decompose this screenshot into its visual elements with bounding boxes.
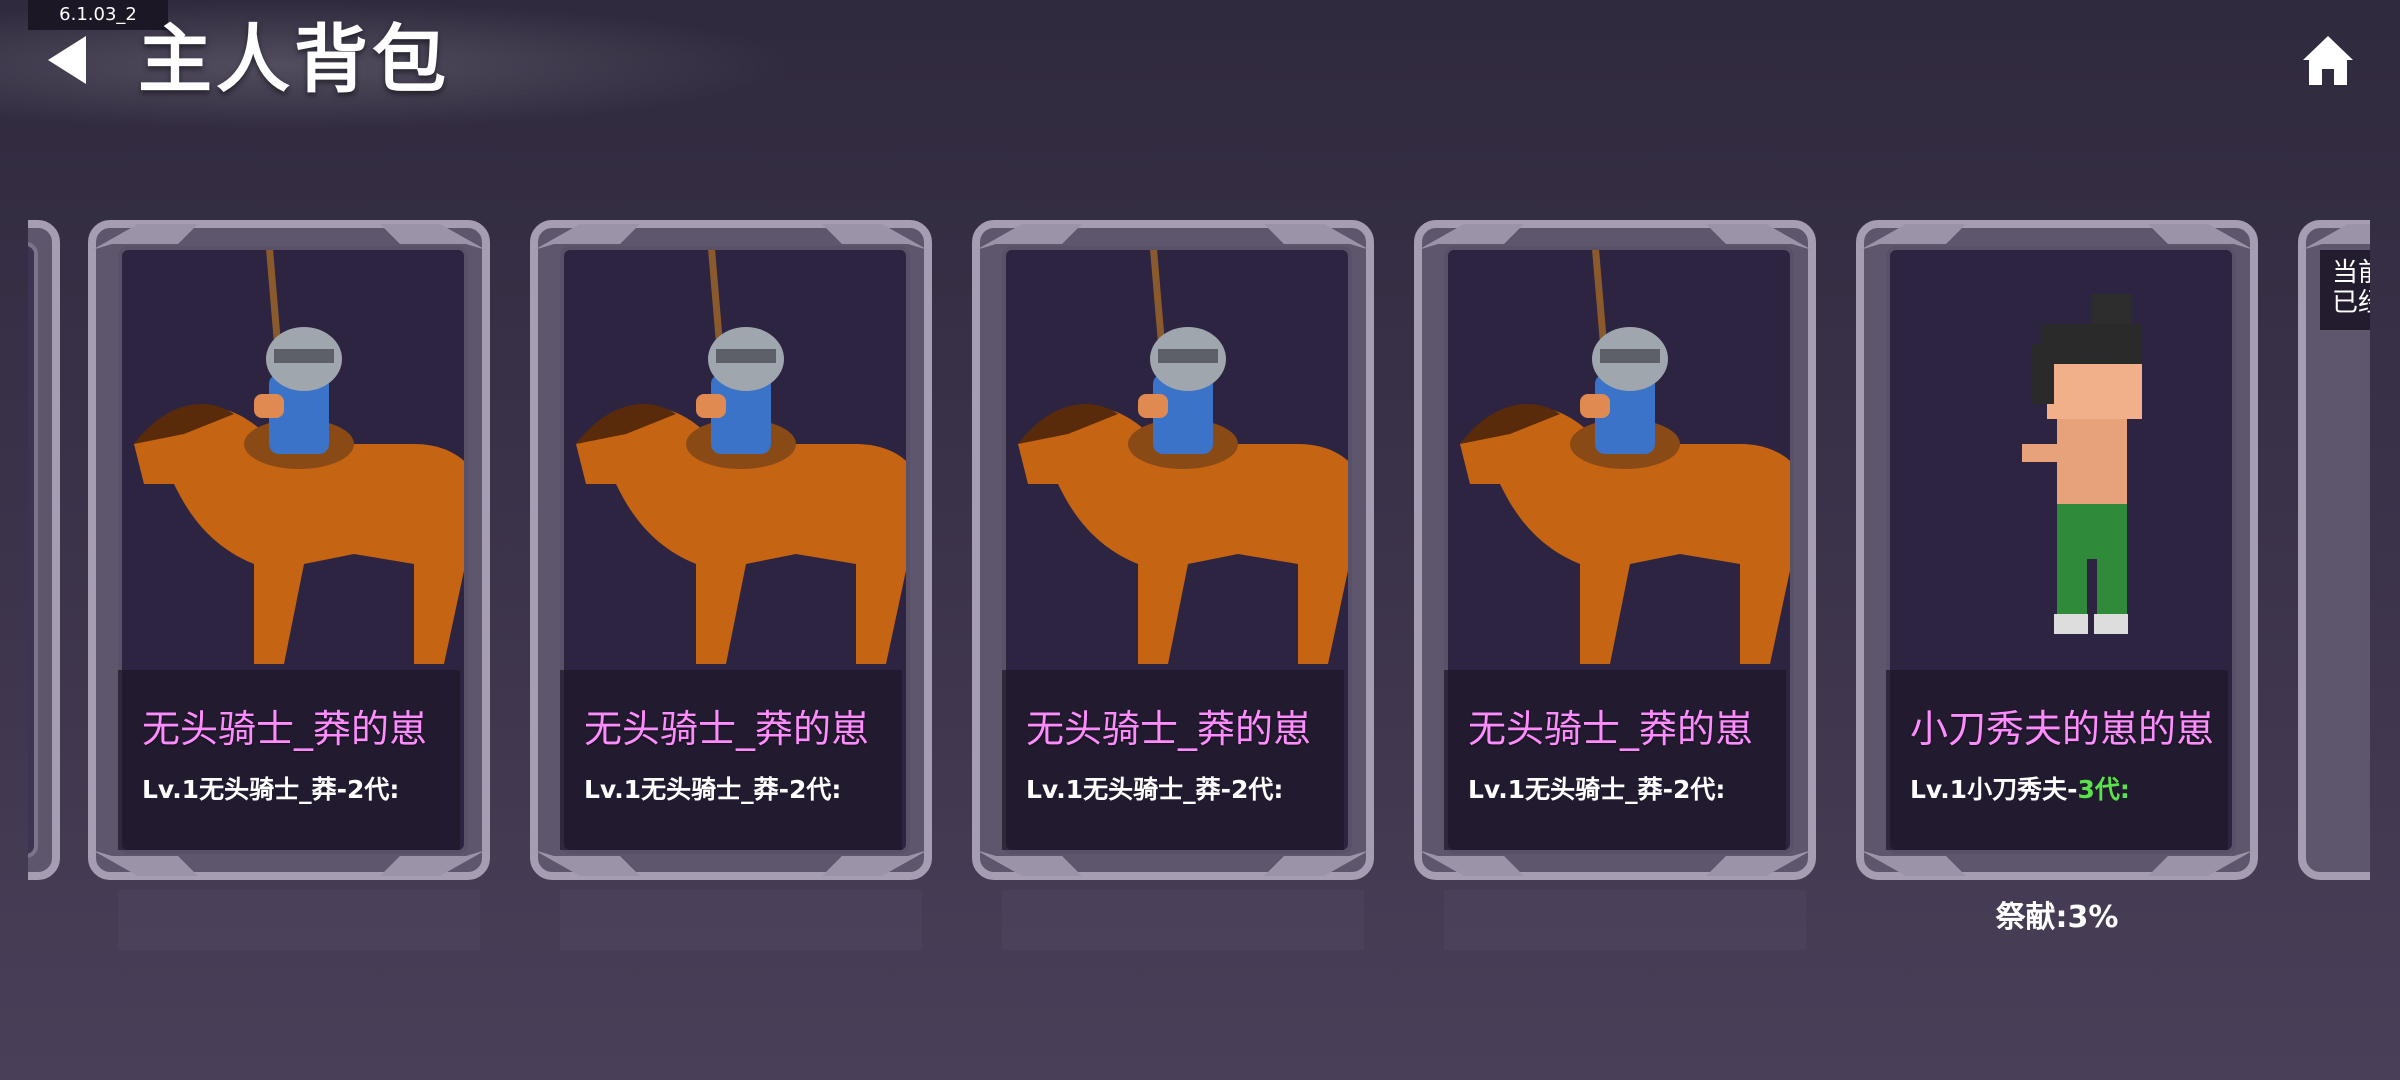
card-info-panel: 无头骑士_莽的崽 Lv.1无头骑士_莽-2代: [1444,670,1786,850]
horse-knight-figure [134,250,464,664]
horse-knight-figure [1460,250,1790,664]
pet-card[interactable]: 无头骑士_莽的崽 Lv.1无头骑士_莽-2代: [78,210,500,890]
horse-knight-figure [1018,250,1348,664]
card-shadow [1444,890,1806,950]
blocky-warrior-figure [2022,294,2142,634]
card-level: Lv.1无头骑士_莽-2代: [142,775,400,804]
card-info-panel: 无头骑士_莽的崽 Lv.1无头骑士_莽-2代: [1002,670,1344,850]
card-info-panel: 无头骑士_莽的崽 Lv.1无头骑士_莽-2代: [560,670,902,850]
pet-card[interactable]: 小刀秀夫的崽的崽 Lv.1小刀秀夫-3代: [1846,210,2268,890]
partial-card-left[interactable] [28,210,70,890]
card-name: 无头骑士_莽的崽 [1468,707,1754,751]
pet-card[interactable]: 无头骑士_莽的崽 Lv.1无头骑士_莽-2代: [962,210,1384,890]
card-level: Lv.1无头骑士_莽-2代: [1026,775,1284,804]
contribution-label: 祭献:3% [1995,900,2119,935]
back-button[interactable] [36,30,96,90]
back-arrow-icon [48,36,86,84]
card-shadow [1002,890,1364,950]
card-info-panel: 无头骑士_莽的崽 Lv.1无头骑士_莽-2代: [118,670,460,850]
card-name: 无头骑士_莽的崽 [1026,707,1312,751]
page-title: 主人背包 [138,17,450,103]
card-carousel[interactable]: 无头骑士_莽的崽 Lv.1无头骑士_莽-2代: 无头骑士_莽的崽 Lv.1无头骑… [28,130,2370,980]
card-info-panel: 小刀秀夫的崽的崽 Lv.1小刀秀夫-3代: [1886,670,2228,850]
card-level: Lv.1无头骑士_莽-2代: [1468,775,1726,804]
pet-card[interactable]: 无头骑士_莽的崽 Lv.1无头骑士_莽-2代: [520,210,942,890]
card-name: 小刀秀夫的崽的崽 [1910,707,2215,751]
partial-card-text: 当前 已经 [2320,250,2370,330]
pet-card[interactable]: 无头骑士_莽的崽 Lv.1无头骑士_莽-2代: [1404,210,1826,890]
card-level: Lv.1小刀秀夫-3代: [1910,775,2130,804]
card-level: Lv.1无头骑士_莽-2代: [584,775,842,804]
home-button[interactable] [2298,30,2358,90]
card-frame [28,220,60,880]
card-shadow [560,890,922,950]
card-shadow [118,890,480,950]
horse-knight-figure [576,250,906,664]
home-icon [2303,36,2353,85]
card-name: 无头骑士_莽的崽 [584,707,870,751]
card-name: 无头骑士_莽的崽 [142,707,428,751]
